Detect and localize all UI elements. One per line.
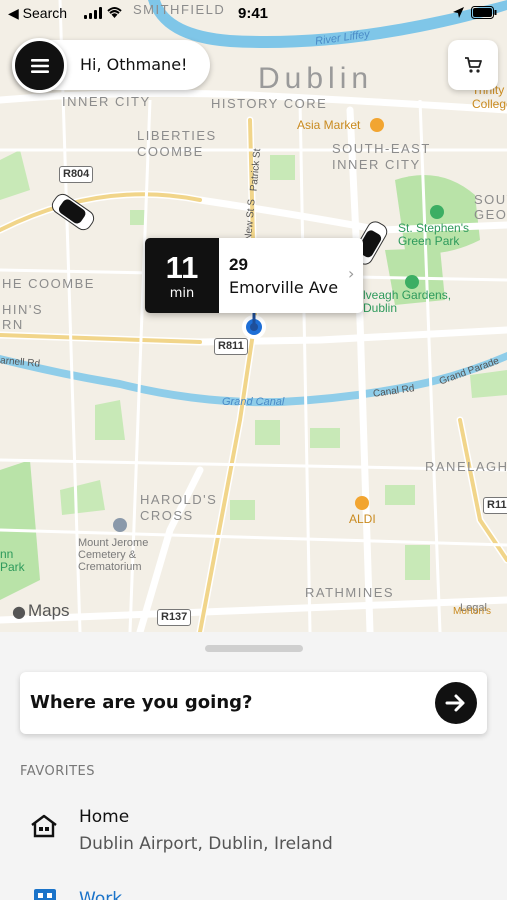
building-icon xyxy=(34,889,56,900)
map-label-harolds-cross: HAROLD'S CROSS xyxy=(140,492,218,523)
favorites-heading: FAVORITES xyxy=(20,764,96,779)
favorite-home[interactable]: Home Dublin Airport, Dublin, Ireland xyxy=(0,797,507,859)
maps-brand-label: Maps xyxy=(27,601,70,620)
map-label-rathmines: RATHMINES xyxy=(305,585,395,600)
home-icon xyxy=(31,814,57,838)
map-label-mount-jerome: Mount Jerome Cemetery & Crematorium xyxy=(78,537,149,573)
apple-maps-logo: ● Maps xyxy=(12,601,70,621)
map-view[interactable]: Dublin SMITHFIELD INNER CITY HISTORY COR… xyxy=(0,0,507,632)
pickup-street-number: 29 xyxy=(229,255,248,274)
road-shield-r117: R117 xyxy=(483,497,507,514)
eta-minutes: 11 xyxy=(165,250,199,285)
map-label-st-stephens: St. Stephen's Green Park xyxy=(398,221,470,248)
map-label-history-core: HISTORY CORE xyxy=(211,96,328,111)
favorite-work-title: Work xyxy=(79,889,123,900)
road-shield-r804: R804 xyxy=(59,166,94,183)
map-label-asia-market: Asia Market xyxy=(297,118,361,132)
map-label-south-east: SOUTH-EAST INNER CITY xyxy=(332,141,431,172)
map-label-mortons: Morton's xyxy=(453,606,492,617)
map-label-ranelagh: RANELAGH xyxy=(425,459,507,474)
signal-bars-icon xyxy=(84,6,102,19)
hamburger-icon xyxy=(30,58,49,73)
cart-icon xyxy=(465,57,482,73)
map-label-inner-city: INNER CITY xyxy=(62,94,151,109)
location-arrow-icon xyxy=(453,7,464,18)
arrow-right-icon xyxy=(445,694,465,712)
map-label-iveagh: lveagh Gardens, Dublin xyxy=(363,288,452,315)
pickup-street-name: Emorville Ave xyxy=(229,278,339,297)
back-to-search-link[interactable]: ◀ Search xyxy=(8,5,67,22)
go-button[interactable] xyxy=(435,682,477,724)
sheet-drag-handle[interactable] xyxy=(205,645,303,652)
bottom-sheet: Where are you going? FAVORITES Home Dubl… xyxy=(0,632,507,900)
destination-placeholder: Where are you going? xyxy=(30,692,253,713)
map-label-park-left: nn Park xyxy=(0,547,25,574)
chevron-right-icon: › xyxy=(348,264,355,283)
eta-unit: min xyxy=(169,286,195,301)
map-label-liberties: LIBERTIES COOMBE xyxy=(137,128,217,159)
map-label-dublin: Dublin xyxy=(258,62,374,95)
menu-button[interactable] xyxy=(12,38,67,93)
signal-wifi-group xyxy=(78,6,123,19)
road-shield-r811: R811 xyxy=(214,338,248,355)
map-label-grand-canal: Grand Canal xyxy=(222,396,285,408)
status-indicators xyxy=(452,6,497,19)
favorite-home-address: Dublin Airport, Dublin, Ireland xyxy=(79,834,333,854)
eta-time-box: 11 min xyxy=(145,238,219,313)
favorite-home-title: Home xyxy=(79,807,130,827)
apple-icon: ● xyxy=(12,601,26,621)
pickup-eta-card[interactable]: 11 min 29 Emorville Ave › xyxy=(145,238,363,313)
map-label-coombe: HE COOMBE xyxy=(2,276,95,291)
status-bar: ◀ Search 9:41 xyxy=(0,0,507,26)
map-label-hins: HIN'S RN xyxy=(2,302,44,332)
road-shield-r137: R137 xyxy=(157,609,192,626)
map-label-south-geo: SOUT GEO xyxy=(474,192,507,222)
status-time: 9:41 xyxy=(238,5,269,22)
map-label-aldi: ALDI xyxy=(349,512,376,526)
battery-icon xyxy=(471,6,497,19)
destination-search-field[interactable]: Where are you going? xyxy=(20,672,487,734)
wifi-icon xyxy=(107,7,122,18)
cart-button[interactable] xyxy=(448,40,498,90)
greeting-text: Hi, Othmane! xyxy=(80,55,188,74)
favorite-work[interactable]: Work xyxy=(0,882,507,900)
